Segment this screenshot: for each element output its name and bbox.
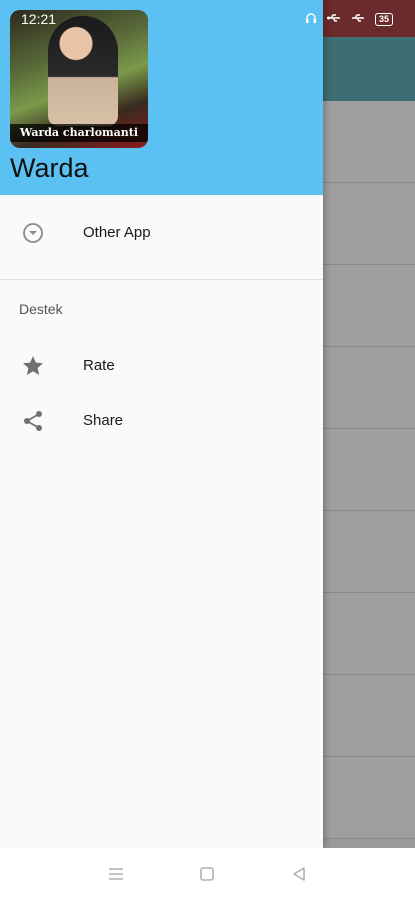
home-icon — [200, 867, 215, 881]
recents-button[interactable] — [96, 854, 136, 894]
navigation-drawer: Warda charlomanti Warda Other App Destek… — [0, 0, 323, 848]
back-button[interactable] — [279, 854, 319, 894]
expand-circle-icon — [21, 221, 45, 245]
menu-item-label: Rate — [83, 357, 115, 374]
drawer-title: Warda — [10, 153, 89, 183]
home-button[interactable] — [187, 854, 227, 894]
battery-icon: 35 — [374, 13, 393, 26]
status-icons: 35 — [305, 12, 393, 27]
menu-item-other-app[interactable]: Other App — [0, 205, 323, 260]
menu-item-label: Other App — [83, 224, 151, 241]
back-icon — [293, 867, 305, 881]
status-time: 12:21 — [21, 11, 57, 27]
usb-debug-icon — [351, 12, 365, 27]
profile-image-caption: Warda charlomanti — [10, 124, 148, 142]
menu-item-rate[interactable]: Rate — [0, 338, 323, 393]
headphones-icon — [305, 12, 317, 27]
star-icon — [21, 354, 45, 378]
section-header-destek: Destek — [19, 301, 63, 317]
system-navigation-bar — [0, 848, 415, 900]
usb-icon — [326, 12, 341, 27]
menu-icon — [108, 868, 123, 880]
menu-item-label: Share — [83, 412, 124, 429]
menu-item-share[interactable]: Share — [0, 393, 323, 448]
share-icon — [21, 409, 45, 433]
status-bar: 12:21 35 — [0, 0, 415, 37]
